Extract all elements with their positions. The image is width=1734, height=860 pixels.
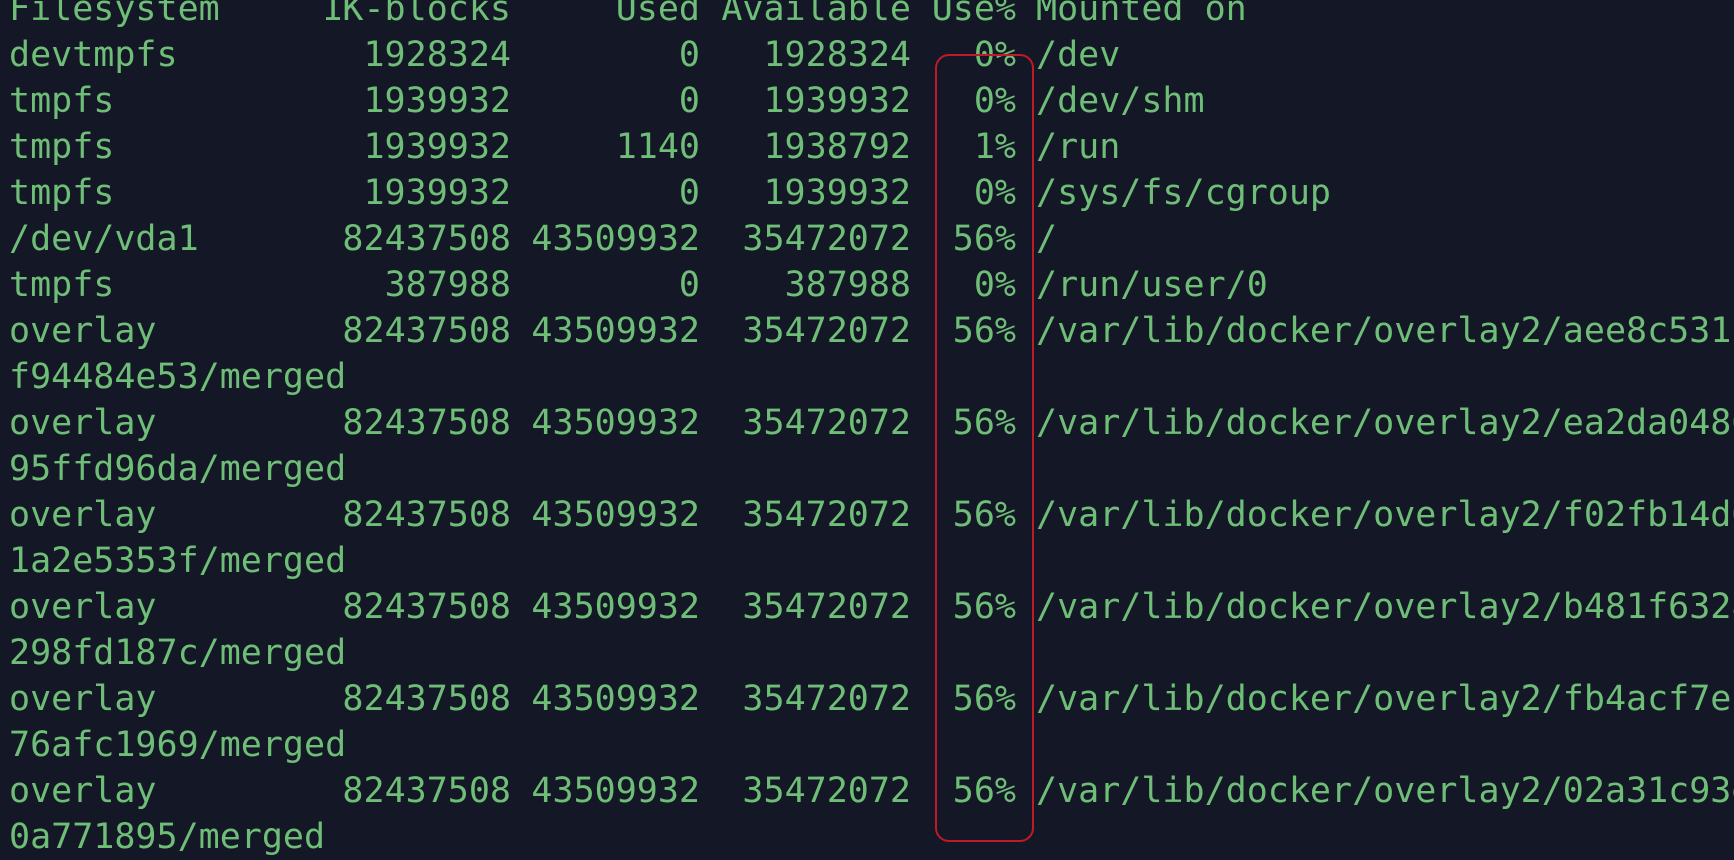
table-row-continuation: 76afc1969/merged (9, 722, 1734, 768)
df-rows: devtmpfs 1928324 0 1928324 0%/dev tmpfs 193993… (9, 32, 1734, 860)
mount-point-cell: /var/lib/docker/overlay2/b481f6328 (1036, 587, 1734, 627)
mount-point-continuation: 1a2e5353f/merged (9, 541, 347, 581)
use-pct-cell: 56% (952, 587, 1016, 627)
use-pct-cell: 1% (973, 127, 1016, 167)
mount-point-cell: /var/lib/docker/overlay2/02a31c93e (1036, 771, 1734, 811)
table-row: /dev/vda1 82437508 43509932 35472072 56% / (9, 216, 1734, 262)
header-row: Filesystem 1K-blocks Used Available Use%… (9, 0, 1734, 32)
table-row: tmpfs 1939932 1140 1938792 1%/run (9, 124, 1734, 170)
table-row: overlay 82437508 43509932 35472072 56%/var/l… (9, 308, 1734, 354)
table-row: overlay 82437508 43509932 35472072 56%/var/l… (9, 400, 1734, 446)
use-pct-cell: 56% (952, 495, 1016, 535)
table-row: tmpfs 1939932 0 1939932 0%/sys/fs/cgroup (9, 170, 1734, 216)
mount-point-cell: /run/user/0 (1036, 265, 1268, 305)
use-pct-cell: 0% (973, 81, 1016, 121)
use-pct-cell: 0% (973, 173, 1016, 213)
mount-point-cell: /run (1036, 127, 1121, 167)
use-pct-cell: 0% (973, 265, 1016, 305)
table-row-continuation: 298fd187c/merged (9, 630, 1734, 676)
use-pct-cell: 56% (952, 403, 1016, 443)
header-use-pct: Use% (931, 0, 1016, 29)
table-row: overlay 82437508 43509932 35472072 56%/var/l… (9, 492, 1734, 538)
mount-point-cell: /sys/fs/cgroup (1036, 173, 1332, 213)
mount-point-cell: /var/lib/docker/overlay2/ea2da0486 (1036, 403, 1734, 443)
mount-point-cell: /var/lib/docker/overlay2/f02fb14d6 (1036, 495, 1734, 535)
table-row-continuation: 95ffd96da/merged (9, 446, 1734, 492)
use-pct-cell: 0% (973, 35, 1016, 75)
mount-point-cell: /dev/shm (1036, 81, 1205, 121)
mount-point-continuation: f94484e53/merged (9, 357, 347, 397)
mount-point-cell: /dev (1036, 35, 1121, 75)
mount-point-continuation: 76afc1969/merged (9, 725, 347, 765)
table-row: devtmpfs 1928324 0 1928324 0%/dev (9, 32, 1734, 78)
use-pct-cell: 56% (952, 679, 1016, 719)
mount-point-cell: /var/lib/docker/overlay2/fb4acf7e2 (1036, 679, 1734, 719)
table-row: overlay 82437508 43509932 35472072 56%/var/l… (9, 676, 1734, 722)
use-pct-cell: 56% (952, 311, 1016, 351)
table-row: tmpfs 1939932 0 1939932 0%/dev/shm (9, 78, 1734, 124)
table-row-continuation: 1a2e5353f/merged (9, 538, 1734, 584)
mount-point-continuation: 95ffd96da/merged (9, 449, 347, 489)
mount-point-continuation: 0a771895/merged (9, 817, 326, 857)
mount-point-cell: / (1036, 219, 1058, 259)
table-row-continuation: 0a771895/merged (9, 814, 1734, 860)
table-row-continuation: f94484e53/merged (9, 354, 1734, 400)
use-pct-cell: 56% (952, 219, 1016, 259)
table-row: overlay 82437508 43509932 35472072 56%/var/l… (9, 584, 1734, 630)
table-row: tmpfs 387988 0 387988 0%/run/user/0 (9, 262, 1734, 308)
header-mounted-on: Mounted on (1036, 0, 1247, 29)
terminal-output: Filesystem 1K-blocks Used Available Use%… (9, 0, 1734, 857)
mount-point-continuation: 298fd187c/merged (9, 633, 347, 673)
use-pct-cell: 56% (952, 771, 1016, 811)
mount-point-cell: /var/lib/docker/overlay2/aee8c531b (1036, 311, 1734, 351)
table-row: overlay 82437508 43509932 35472072 56%/var/l… (9, 768, 1734, 814)
